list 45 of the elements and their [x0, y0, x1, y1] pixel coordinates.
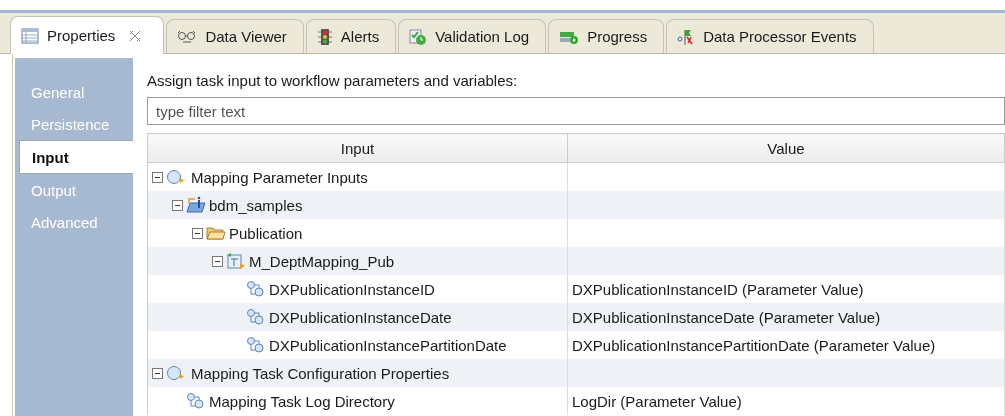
- folder-icon: [206, 225, 226, 241]
- parameter-icon: [246, 308, 266, 326]
- collapse-icon[interactable]: [152, 171, 163, 183]
- tree-cell[interactable]: M_DeptMapping_Pub: [147, 247, 568, 275]
- tab[interactable]: Data Viewer: [166, 19, 304, 53]
- flags-icon: [677, 27, 696, 46]
- collapse-icon[interactable]: [212, 255, 223, 267]
- tree-cell[interactable]: Mapping Task Log Directory: [147, 387, 568, 415]
- value-cell: DXPublicationInstanceDate (Parameter Value): [567, 303, 1005, 331]
- tree-cell[interactable]: Mapping Task Configuration Properties: [147, 359, 568, 387]
- node-label: DXPublicationInstanceDate: [269, 308, 452, 326]
- node-label: bdm_samples: [209, 196, 303, 214]
- glasses-icon: [177, 28, 198, 45]
- node-label: DXPublicationInstanceID: [269, 280, 435, 298]
- close-icon[interactable]: [129, 29, 142, 42]
- tree-cell[interactable]: DXPublicationInstanceDate: [147, 303, 568, 331]
- collapse-icon[interactable]: [192, 227, 203, 239]
- sidebar-item[interactable]: Input: [19, 140, 133, 174]
- parameter-icon: [246, 336, 266, 354]
- node-label: Publication: [229, 224, 303, 242]
- project-icon: [186, 196, 206, 214]
- tab[interactable]: Validation Log: [398, 19, 547, 53]
- node-label: Mapping Task Configuration Properties: [191, 364, 450, 382]
- node-label: DXPublicationInstancePartitionDate: [269, 336, 507, 354]
- checklist-clock-icon: [409, 27, 428, 46]
- collapse-icon[interactable]: [172, 199, 183, 211]
- tab[interactable]: Progress: [548, 19, 665, 53]
- section-heading: Assign task input to workflow parameters and variables:: [147, 72, 519, 89]
- parameter-icon: [246, 280, 266, 298]
- node-label: M_DeptMapping_Pub: [249, 252, 395, 270]
- node-label: Mapping Parameter Inputs: [191, 168, 368, 186]
- value-cell: LogDir (Parameter Value): [567, 387, 1005, 415]
- table-icon: [21, 27, 39, 44]
- tree-cell[interactable]: bdm_samples: [147, 191, 568, 219]
- collapse-icon[interactable]: [152, 367, 163, 379]
- mapping-icon: [226, 252, 246, 270]
- traffic-light-icon: [316, 27, 333, 46]
- column-header[interactable]: Value: [567, 133, 1005, 163]
- column-header[interactable]: Input: [147, 133, 568, 163]
- tab[interactable]: Data Processor Events: [666, 19, 874, 53]
- tab[interactable]: Alerts: [305, 19, 397, 53]
- tab[interactable]: Properties: [10, 16, 165, 54]
- filter-field[interactable]: type filter text: [147, 97, 1005, 125]
- parameter-icon: [186, 392, 206, 410]
- node-label: Mapping Task Log Directory: [209, 392, 395, 410]
